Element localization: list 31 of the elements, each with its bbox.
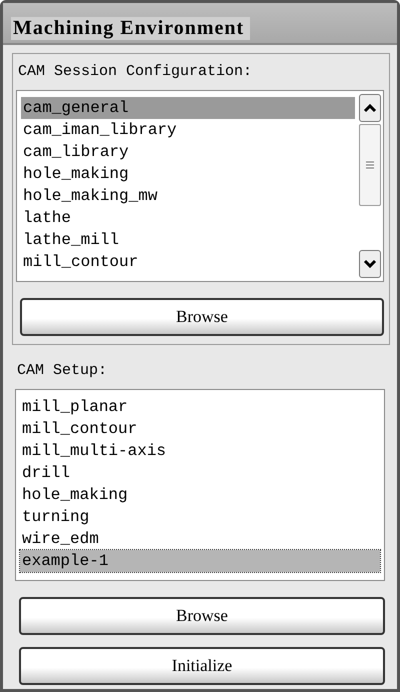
scroll-up-button[interactable]	[359, 94, 381, 122]
list-item[interactable]: cam_library	[21, 141, 355, 163]
list-item[interactable]: mill_multi-axis	[20, 440, 380, 462]
list-item[interactable]: cam_general	[21, 97, 355, 119]
push-button[interactable]: Browse	[20, 298, 384, 336]
list-item[interactable]: drill	[20, 462, 380, 484]
push-button[interactable]: Initialize	[19, 647, 385, 685]
list-item[interactable]: hole_making_mw	[21, 185, 355, 207]
scroll-down-button[interactable]	[359, 250, 381, 278]
chevron-down-icon	[363, 259, 377, 269]
grip-icon	[365, 160, 375, 170]
scrollbar[interactable]	[359, 94, 381, 278]
list-item[interactable]: mill_contour	[21, 251, 355, 273]
list-box[interactable]: cam_general cam_iman_library cam_library hole_making hole_making_mw lathe lathe_mill mill_contour	[16, 90, 384, 282]
section-label: CAM Setup:	[16, 361, 108, 381]
list-item[interactable]: cam_iman_library	[21, 119, 355, 141]
list-item[interactable]: mill_contour	[20, 418, 380, 440]
window-title: Machining Environment	[11, 17, 250, 40]
list-item[interactable]: mill_planar	[20, 396, 380, 418]
list-item[interactable]: lathe_mill	[21, 229, 355, 251]
list-item[interactable]: wire_edm	[20, 528, 380, 550]
section-label: CAM Session Configuration:	[17, 62, 254, 82]
list-item[interactable]: hole_making	[21, 163, 355, 185]
chevron-up-icon	[363, 103, 377, 113]
scrollbar-thumb[interactable]	[359, 124, 381, 206]
list-item[interactable]: turning	[20, 506, 380, 528]
push-button[interactable]: Browse	[19, 597, 385, 635]
list-box[interactable]: mill_planar mill_contour mill_multi-axis drill hole_making turning wire_edm example-1	[15, 389, 385, 581]
list-item[interactable]: example-1	[20, 550, 380, 572]
list-item[interactable]: lathe	[21, 207, 355, 229]
list-item[interactable]: hole_making	[20, 484, 380, 506]
